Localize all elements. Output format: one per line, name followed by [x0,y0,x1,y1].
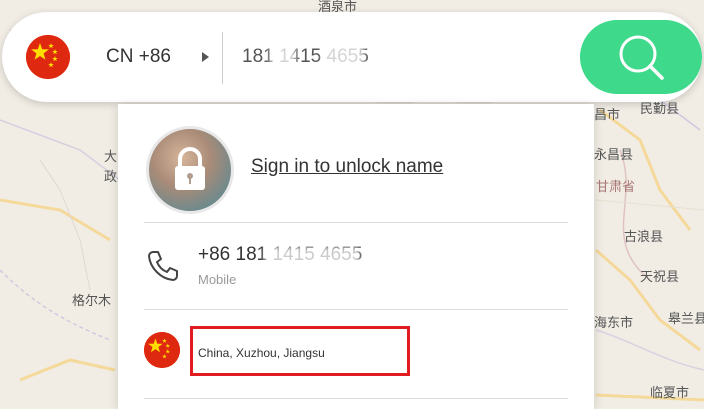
card-divider-3 [144,398,568,399]
map-label-gaolan: 皋兰县 [668,312,704,327]
map-label-haidong: 海东市 [594,316,634,331]
phone-input-blur-mask-2 [322,42,364,72]
card-divider-2 [144,309,568,310]
lock-icon [175,147,205,190]
map-label-golmud: 格尔木 [72,294,112,309]
map-label-gansu: 甘肃省 [596,180,636,195]
dropdown-caret-icon[interactable] [202,52,209,62]
map-label-zheng: 政 [104,170,118,185]
result-card: Sign in to unlock name +86 181 1415 4655… [118,104,594,409]
search-divider [222,32,223,84]
avatar [146,126,234,214]
map-label-yongchang: 永昌县 [594,148,634,163]
map-label-linxia: 临夏市 [650,386,690,401]
country-code-selector[interactable]: CN +86 [106,46,171,68]
card-divider-1 [144,222,568,223]
sign-in-unlock-link[interactable]: Sign in to unlock name [251,156,443,178]
map-label-gulang: 古浪县 [624,230,664,245]
search-bar: CN +86 [2,12,702,102]
map-label-tianzhu: 天祝县 [640,270,680,285]
result-number-blur-mask [264,246,360,268]
china-flag-icon[interactable] [26,35,70,79]
map-label-changshi: 昌市 [594,108,621,123]
search-icon [619,35,664,80]
map-label-da: 大 [104,150,118,165]
result-phone-type: Mobile [198,272,237,287]
phone-icon [148,251,178,281]
search-button[interactable] [580,20,702,94]
location-highlight-box [190,326,410,376]
location-flag-icon [144,332,180,368]
phone-input-blur-mask [270,44,296,70]
